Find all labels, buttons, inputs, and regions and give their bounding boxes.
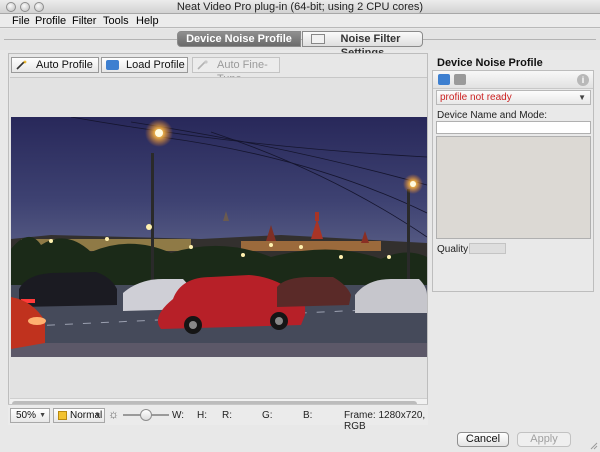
quality-label: Quality: — [437, 244, 471, 255]
profile-status: profile not ready — [440, 92, 512, 103]
quality-indicator — [469, 243, 506, 254]
menu-tools[interactable]: Tools — [103, 14, 129, 28]
auto-profile-label: Auto Profile — [36, 59, 93, 71]
tab-device-noise-profile[interactable]: Device Noise Profile — [177, 31, 301, 47]
brightness-slider-thumb[interactable] — [140, 409, 152, 421]
tab-noise-filter-settings[interactable]: Noise Filter Settings — [302, 31, 423, 59]
fine-tune-icon — [197, 60, 208, 70]
open-profile-icon[interactable] — [438, 74, 450, 85]
folder-open-icon — [106, 60, 119, 70]
zoom-value: 50% — [16, 410, 37, 421]
zoom-select[interactable]: 50% ▼ — [10, 408, 50, 423]
apply-label: Apply — [530, 433, 558, 445]
status-bar: 50% ▼ Normal ▼ ☼ W: H: R: G: B: Frame: 1… — [8, 404, 428, 432]
red-readout-label: R: — [222, 410, 232, 421]
chevron-down-icon: ▼ — [578, 93, 586, 102]
chevron-down-icon: ▼ — [94, 412, 101, 419]
device-profile-panel: Device Noise Profile i profile not ready… — [431, 53, 595, 425]
device-name-label: Device Name and Mode: — [437, 110, 548, 121]
green-readout-label: G: — [262, 410, 273, 421]
magic-wand-icon — [16, 60, 27, 70]
auto-profile-button[interactable]: Auto Profile — [11, 57, 99, 73]
preview-panel: Auto Profile Load Profile Auto Fine-Tune — [8, 53, 428, 425]
tab-bar: Device Noise Profile Noise Filter Settin… — [0, 29, 600, 59]
save-profile-icon[interactable] — [454, 74, 466, 85]
load-profile-label: Load Profile — [126, 59, 185, 71]
profile-notes-area[interactable] — [436, 136, 591, 239]
menu-help[interactable]: Help — [136, 14, 159, 28]
cancel-label: Cancel — [465, 433, 501, 445]
info-icon[interactable]: i — [577, 74, 589, 86]
apply-button[interactable]: Apply — [517, 432, 571, 447]
window-title: Neat Video Pro plug-in (64-bit; using 2 … — [176, 1, 424, 13]
preview-viewer[interactable] — [10, 77, 427, 398]
profile-status-select[interactable]: profile not ready ▼ — [436, 90, 591, 105]
profile-box: i profile not ready ▼ Device Name and Mo… — [432, 70, 594, 292]
menu-profile[interactable]: Profile — [35, 14, 66, 28]
mode-swatch-icon — [58, 411, 67, 420]
menu-bar: File Profile Filter Tools Help — [0, 14, 600, 28]
blue-readout-label: B: — [303, 410, 313, 421]
auto-fine-tune-button[interactable]: Auto Fine-Tune — [192, 57, 280, 85]
preview-image — [11, 117, 427, 357]
resize-grip-icon[interactable] — [590, 442, 598, 450]
frame-info: Frame: 1280x720, RGB — [344, 410, 426, 432]
menu-file[interactable]: File — [12, 14, 30, 28]
profile-toolbar: i — [433, 71, 593, 89]
load-profile-button[interactable]: Load Profile — [101, 57, 188, 73]
cancel-button[interactable]: Cancel — [457, 432, 509, 447]
title-bar: Neat Video Pro plug-in (64-bit; using 2 … — [0, 0, 600, 14]
display-mode-select[interactable]: Normal ▼ — [53, 408, 105, 423]
panel-title: Device Noise Profile — [437, 57, 543, 69]
height-readout-label: H: — [197, 410, 207, 421]
menu-filter[interactable]: Filter — [72, 14, 96, 28]
device-name-field[interactable] — [436, 121, 591, 134]
tab-label: Device Noise Profile — [186, 33, 292, 45]
width-readout-label: W: — [172, 410, 185, 421]
brightness-icon: ☼ — [108, 407, 119, 421]
chevron-down-icon: ▼ — [39, 412, 46, 419]
filter-settings-icon — [311, 34, 325, 44]
